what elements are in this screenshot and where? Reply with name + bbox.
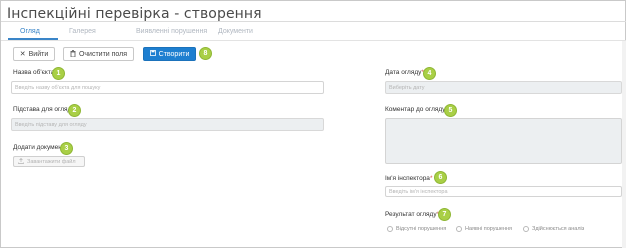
date-input[interactable]: Виберіть дату [385,81,622,94]
radio-label: Наявні порушення [465,226,513,232]
upload-file-button[interactable]: Завантажити файл [13,156,85,167]
object-name-label: Назва об'єкта [13,69,55,76]
date-label-text: Дата огляду [385,69,422,76]
result-option-violations[interactable]: Наявні порушення [456,226,512,232]
step-badge-6: 6 [434,171,447,184]
create-label: Створити [158,50,190,58]
radio-button[interactable] [523,226,529,232]
result-label-text: Результат огляду [385,211,437,218]
result-option-analysis[interactable]: Здійснюється аналіз [523,226,584,232]
upload-icon [18,157,24,166]
title-divider [1,21,626,22]
step-badge-1: 1 [52,67,65,80]
clear-fields-label: Очистити поля [78,50,128,58]
close-icon: ✕ [19,50,26,58]
tab-bar: Огляд Галерея Виявленні порушення Докуме… [1,24,626,40]
step-badge-8: 8 [199,47,212,60]
reason-input[interactable]: Введіть підставу для огляду [11,118,324,131]
tab-gallery[interactable]: Галерея [69,28,96,35]
date-label: Дата огляду* [385,69,424,76]
step-badge-7: 7 [438,208,451,221]
tab-overview[interactable]: Огляд [20,28,40,35]
comment-label-text: Коментар до огляду [385,106,446,113]
required-mark: * [429,175,433,182]
tab-violations[interactable]: Виявленні порушення [136,28,207,35]
trash-icon [70,49,76,59]
tabs-divider [1,40,626,41]
vertical-scrollbar[interactable] [622,41,626,248]
step-badge-2: 2 [68,104,81,117]
add-document-label: Додати документ [13,144,65,151]
inspector-label-text: Ім'я інспектора [385,175,430,182]
save-icon [149,50,156,58]
result-label: Результат огляду* [385,211,439,218]
step-badge-5: 5 [444,104,457,117]
clear-fields-button[interactable]: Очистити поля [63,47,134,61]
radio-button[interactable] [456,226,462,232]
object-name-input[interactable]: Введіть назву об'єкта для пошуку [11,81,324,94]
inspector-label: Ім'я інспектора* [385,175,432,182]
radio-button[interactable] [387,226,393,232]
result-option-no-violations[interactable]: Відсутні порушення [387,226,446,232]
exit-label: Вийти [28,50,49,58]
comment-label: Коментар до огляду* [385,106,448,113]
step-badge-4: 4 [423,67,436,80]
upload-file-label: Завантажити файл [27,158,76,165]
step-badge-3: 3 [60,142,73,155]
create-button[interactable]: Створити [143,47,196,61]
tab-documents[interactable]: Документи [218,28,253,35]
dialog-window: Інспекційні перевірка - створення Огляд … [0,0,626,248]
reason-label: Підстава для огляду [13,106,75,113]
inspector-input[interactable]: Введіть ім'я інспектора [385,186,622,197]
radio-label: Відсутні порушення [396,226,447,232]
radio-label: Здійснюється аналіз [532,226,585,232]
comment-textarea[interactable] [385,118,622,164]
page-title: Інспекційні перевірка - створення [7,6,262,22]
exit-button[interactable]: ✕ Вийти [13,47,55,61]
